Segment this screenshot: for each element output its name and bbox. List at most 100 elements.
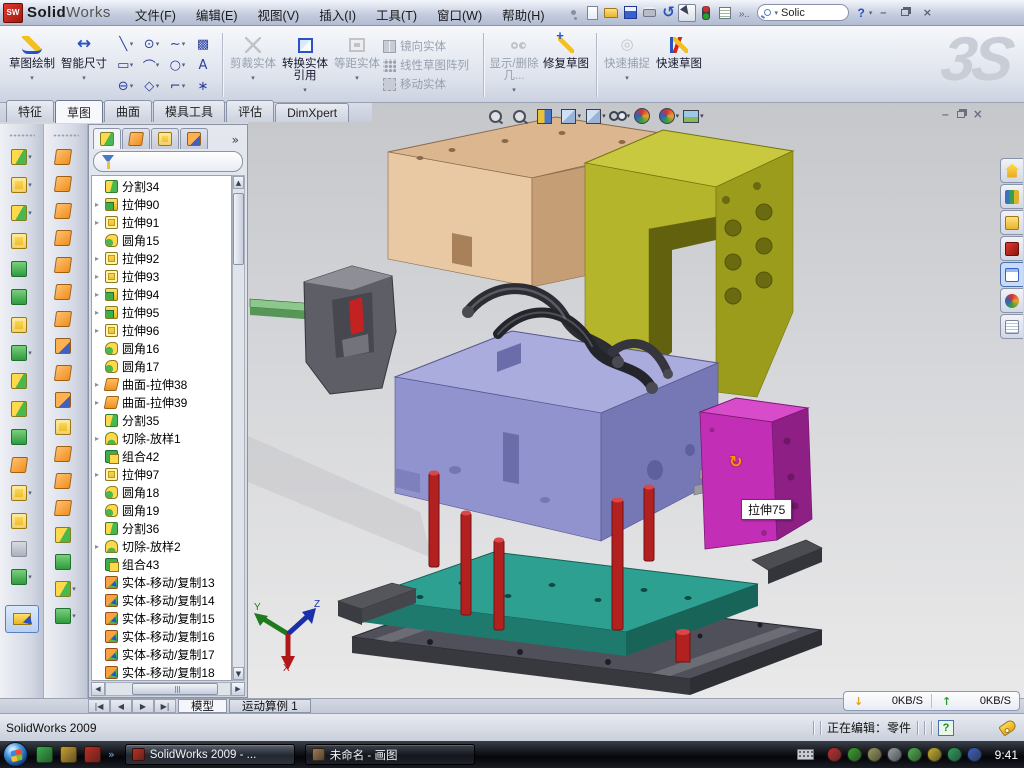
doc-minimize-button[interactable]: – bbox=[942, 107, 949, 121]
quick-launch-icon[interactable] bbox=[60, 746, 77, 763]
toolbar-button[interactable]: ▾ bbox=[55, 170, 76, 197]
quick-launch-icon[interactable] bbox=[84, 746, 101, 763]
menu-item[interactable]: 视图(V) bbox=[248, 0, 310, 25]
task-pane-tab[interactable] bbox=[1000, 210, 1023, 235]
feature-tree-item[interactable]: ▸ 曲面-拉伸39 bbox=[92, 393, 231, 411]
expand-arrow-icon[interactable]: ▸ bbox=[95, 200, 104, 209]
panel-tab[interactable] bbox=[151, 128, 179, 149]
part-side-block[interactable] bbox=[700, 398, 812, 549]
task-pane-tab[interactable] bbox=[1000, 288, 1023, 313]
feature-tree-item[interactable]: ▸ 圆角16 bbox=[92, 339, 231, 357]
part-tool-block[interactable] bbox=[304, 266, 396, 394]
toolbar-button[interactable]: ▾ bbox=[11, 283, 32, 311]
move-entities-button[interactable]: 移动实体 bbox=[383, 76, 479, 92]
quick-launch-icon[interactable] bbox=[36, 746, 53, 763]
toolbar-button[interactable]: ▾ bbox=[11, 143, 32, 171]
sketch-tool-button[interactable]: A bbox=[190, 55, 216, 76]
sketch-tool-button[interactable]: ○ bbox=[164, 55, 190, 76]
hud-button[interactable]: ▾ bbox=[535, 107, 557, 125]
feature-tree-item[interactable]: ▸ 实体-移动/复制13 bbox=[92, 573, 231, 591]
help-button[interactable]: ? bbox=[853, 6, 868, 20]
language-keyboard-icon[interactable] bbox=[797, 749, 814, 760]
linear-pattern-button[interactable]: 线性草图阵列 bbox=[383, 57, 479, 73]
expand-arrow-icon[interactable]: ▸ bbox=[95, 218, 104, 227]
sketch-tool-button[interactable]: ⌐ bbox=[164, 76, 190, 97]
toolbar-button[interactable]: ▾ bbox=[55, 413, 76, 440]
feature-tree-item[interactable]: ▸ 拉伸95 bbox=[92, 303, 231, 321]
tray-icon[interactable] bbox=[967, 747, 982, 762]
feature-tree-item[interactable]: ▸ 圆角17 bbox=[92, 357, 231, 375]
feature-tree-item[interactable]: ▸ 圆角18 bbox=[92, 483, 231, 501]
toolbar-icon[interactable] bbox=[564, 4, 582, 22]
task-pane-tab[interactable] bbox=[1000, 158, 1023, 183]
toolbar-button[interactable]: ▾ bbox=[55, 494, 76, 521]
instant3d-button[interactable] bbox=[5, 605, 39, 633]
toolbar-button[interactable]: ▾ bbox=[55, 251, 76, 278]
hud-button[interactable]: ▾ bbox=[584, 107, 606, 125]
quick-tips-button[interactable]: ? bbox=[938, 720, 954, 736]
scrollbar-thumb[interactable] bbox=[132, 683, 218, 695]
scrollbar-thumb[interactable] bbox=[233, 193, 244, 265]
panel-overflow-chevron[interactable]: » bbox=[232, 133, 245, 149]
toolbar-button[interactable]: ▾ bbox=[55, 575, 76, 602]
nav-button[interactable]: ◀ bbox=[110, 699, 132, 713]
offset-entities-button[interactable]: 等距实体▾ bbox=[331, 30, 383, 100]
toolbar-button[interactable]: ▾ bbox=[11, 423, 32, 451]
toolbar-button[interactable]: ▾ bbox=[55, 521, 76, 548]
nav-button[interactable]: ▶| bbox=[154, 699, 176, 713]
toolbar-icon[interactable] bbox=[697, 4, 715, 22]
sketch-tool-button[interactable]: ∼ bbox=[164, 34, 190, 55]
feature-tree-item[interactable]: ▸ 实体-移动/复制17 bbox=[92, 645, 231, 663]
toolbar-button[interactable]: ▾ bbox=[55, 143, 76, 170]
command-tab[interactable]: DimXpert bbox=[275, 103, 349, 122]
search-input[interactable]: ▾ Solic bbox=[757, 4, 849, 21]
taskbar-clock[interactable]: 9:41 bbox=[995, 748, 1018, 762]
sketch-tool-button[interactable]: ∗ bbox=[190, 76, 216, 97]
hud-button[interactable]: ▾ bbox=[560, 107, 582, 125]
nav-button[interactable]: ▶ bbox=[132, 699, 154, 713]
expand-arrow-icon[interactable]: ▸ bbox=[95, 254, 104, 263]
feature-tree-item[interactable]: ▸ 曲面-拉伸38 bbox=[92, 375, 231, 393]
part-rail-right[interactable] bbox=[752, 540, 822, 584]
toolbar-button[interactable]: ▾ bbox=[11, 311, 32, 339]
taskbar-window-button[interactable]: SolidWorks 2009 - ... bbox=[125, 744, 295, 765]
rapid-sketch-button[interactable]: 快速草图 bbox=[653, 30, 705, 100]
display-delete-relations-button[interactable]: 显示/删除几...▾ bbox=[488, 30, 540, 100]
feature-tree-item[interactable]: ▸ 实体-移动/复制16 bbox=[92, 627, 231, 645]
scroll-down-icon[interactable]: ▼ bbox=[233, 667, 244, 680]
panel-tab[interactable] bbox=[93, 128, 121, 149]
command-tab[interactable]: 曲面 bbox=[104, 100, 152, 122]
menu-item[interactable]: 帮助(H) bbox=[492, 0, 554, 25]
nav-button[interactable]: |◀ bbox=[88, 699, 110, 713]
toolbar-button[interactable]: ▾ bbox=[55, 197, 76, 224]
expand-arrow-icon[interactable]: ▸ bbox=[95, 542, 104, 551]
toolbar-button[interactable]: ▾ bbox=[11, 255, 32, 283]
smart-dimension-button[interactable]: 智能尺寸▾ bbox=[58, 30, 110, 100]
feature-tree-item[interactable]: ▸ 分割34 bbox=[92, 177, 231, 195]
sketch-tool-button[interactable]: ▭ bbox=[112, 55, 138, 76]
toolbar-button[interactable]: ▾ bbox=[11, 199, 32, 227]
expand-arrow-icon[interactable]: ▸ bbox=[95, 326, 104, 335]
expand-arrow-icon[interactable]: ▸ bbox=[95, 308, 104, 317]
document-tab[interactable]: 模型 bbox=[178, 699, 227, 713]
tray-icon[interactable] bbox=[907, 747, 922, 762]
menu-item[interactable]: 插入(I) bbox=[309, 0, 366, 25]
feature-tree-item[interactable]: ▸ 组合42 bbox=[92, 447, 231, 465]
toolbar-button[interactable]: ▾ bbox=[11, 227, 32, 255]
network-speed-widget[interactable]: ↓0KB/S ↑0KB/S bbox=[843, 691, 1020, 711]
feature-tree-item[interactable]: ▸ 拉伸96 bbox=[92, 321, 231, 339]
task-pane-tab[interactable] bbox=[1000, 184, 1023, 209]
feature-tree-item[interactable]: ▸ 组合43 bbox=[92, 555, 231, 573]
tray-icon[interactable] bbox=[847, 747, 862, 762]
toolbar-button[interactable]: ▾ bbox=[55, 548, 76, 575]
feature-tree-item[interactable]: ▸ 实体-移动/复制15 bbox=[92, 609, 231, 627]
task-pane-tab[interactable] bbox=[1000, 314, 1023, 339]
menu-item[interactable]: 窗口(W) bbox=[427, 0, 492, 25]
feature-tree-item[interactable]: ▸ 拉伸94 bbox=[92, 285, 231, 303]
toolbar-button[interactable]: ▾ bbox=[55, 440, 76, 467]
toolbar-icon[interactable] bbox=[735, 4, 753, 22]
feature-tree-item[interactable]: ▸ 拉伸92 bbox=[92, 249, 231, 267]
panel-tab[interactable] bbox=[122, 128, 150, 149]
hud-button[interactable]: ▾ bbox=[682, 107, 704, 125]
toolbar-button[interactable]: ▾ bbox=[11, 339, 32, 367]
